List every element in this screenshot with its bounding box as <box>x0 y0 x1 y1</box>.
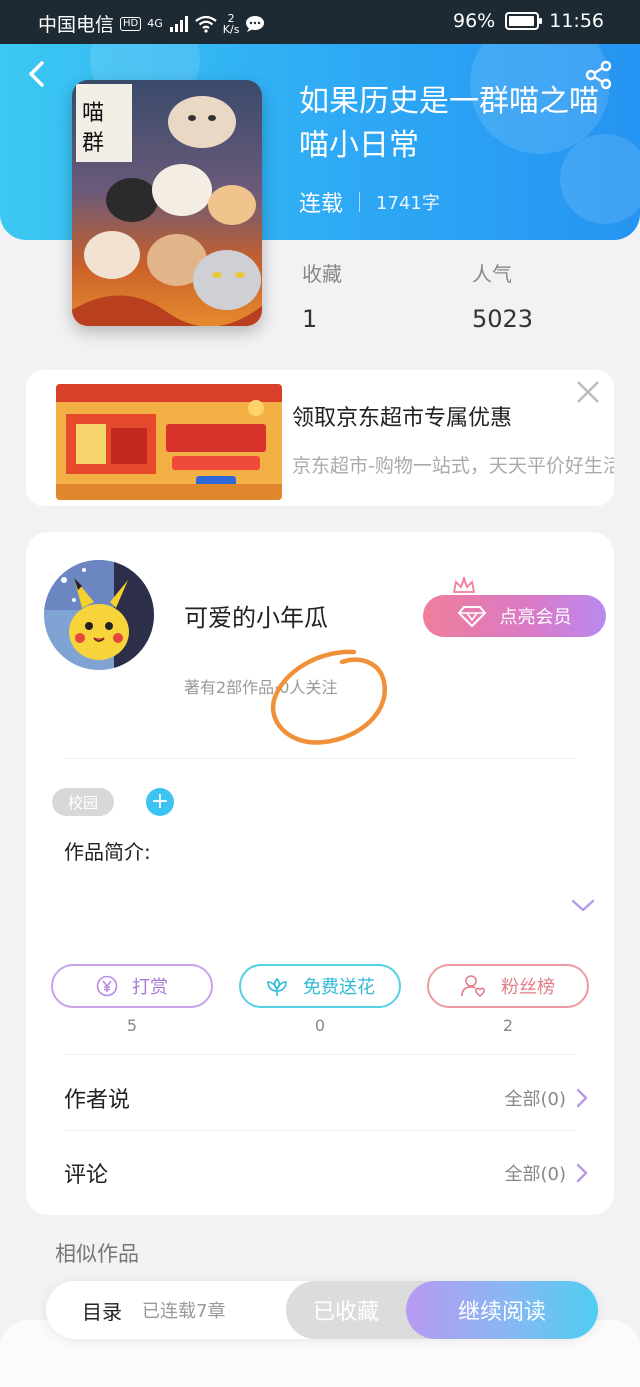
hand-drawn-circle-annotation <box>270 649 388 745</box>
close-icon[interactable] <box>574 378 602 406</box>
book-title: 如果历史是一群喵之喵喵小日常 <box>299 84 599 163</box>
hd-badge: HD <box>120 16 142 31</box>
bottom-action-bar: 目录 已连载7章 已收藏 继续阅读 <box>46 1281 598 1339</box>
vip-button[interactable]: 点亮会员 <box>423 595 606 637</box>
carrier-label: 中国电信 <box>38 14 115 36</box>
crown-icon <box>452 576 476 593</box>
stat-value: 1 <box>302 305 318 333</box>
stat-label: 人气 <box>472 262 512 286</box>
add-tag-button[interactable]: + <box>146 788 174 816</box>
fans-ranking-label: 粉丝榜 <box>501 977 555 998</box>
battery-percent: 96% <box>453 10 496 32</box>
flower-count: 0 <box>314 1016 326 1035</box>
stat-value: 5023 <box>472 305 534 333</box>
signal-icon <box>169 15 188 32</box>
ad-title: 领取京东超市专属优惠 <box>292 406 513 431</box>
comments-row[interactable]: 评论 全部(0) <box>64 1143 588 1203</box>
chevron-down-icon[interactable] <box>570 896 596 914</box>
wifi-icon <box>195 15 217 33</box>
divider <box>64 1054 576 1055</box>
send-flower-button[interactable]: 免费送花 <box>239 964 401 1008</box>
meta-divider <box>359 192 361 212</box>
tip-count: 5 <box>126 1016 138 1035</box>
continue-reading-button[interactable]: 继续阅读 <box>406 1281 598 1339</box>
chevron-right-icon <box>576 1088 588 1108</box>
similar-works-heading: 相似作品 <box>55 1242 139 1266</box>
author-name[interactable]: 可爱的小年瓜 <box>184 598 328 633</box>
fans-icon <box>461 975 485 998</box>
toc-label: 目录 <box>82 1299 122 1324</box>
battery-icon <box>505 12 543 30</box>
clock: 11:56 <box>549 10 604 32</box>
chevron-right-icon <box>576 1163 588 1183</box>
diamond-icon <box>457 606 486 627</box>
divider <box>64 1130 576 1131</box>
avatar[interactable] <box>44 560 154 670</box>
row-value: 全部(0) <box>504 1089 567 1110</box>
row-title: 作者说 <box>64 1088 131 1113</box>
status-bar: 中国电信 HD 4G 2 K/s 96% 11:56 <box>0 0 640 44</box>
book-meta: 连载 1741字 <box>299 186 440 218</box>
send-flower-label: 免费送花 <box>303 977 375 998</box>
row-title: 评论 <box>64 1163 109 1188</box>
stat-popularity: 人气 5023 <box>472 258 533 333</box>
flower-icon <box>267 977 287 996</box>
svg-text:喵: 喵 <box>82 101 104 126</box>
intro-label: 作品简介: <box>64 840 151 864</box>
network-label: 4G <box>147 17 163 30</box>
table-of-contents-button[interactable]: 目录 已连载7章 <box>82 1281 225 1339</box>
back-icon[interactable] <box>24 60 52 88</box>
fans-ranking-button[interactable]: 粉丝榜 <box>427 964 589 1008</box>
ad-banner[interactable]: 领取京东超市专属优惠 京东超市-购物一站式，天天平价好生活 <box>26 370 614 506</box>
tip-label: 打赏 <box>132 977 168 998</box>
stat-label: 收藏 <box>302 262 342 286</box>
serial-status: 连载 <box>299 192 344 217</box>
chat-icon <box>246 15 265 32</box>
word-count: 1741字 <box>376 193 440 214</box>
author-card: 可爱的小年瓜 著有2部作品·0人关注 点亮会员 校园 + 作品简介: 打赏 5 … <box>26 532 614 1215</box>
chapter-count: 已连载7章 <box>142 1301 226 1322</box>
genre-tag[interactable]: 校园 <box>52 788 114 816</box>
tip-button[interactable]: 打赏 <box>51 964 213 1008</box>
speed-value: 2 <box>227 11 235 25</box>
vip-button-label: 点亮会员 <box>499 607 572 628</box>
svg-text:群: 群 <box>82 131 104 156</box>
author-says-row[interactable]: 作者说 全部(0) <box>64 1068 588 1128</box>
book-cover-image[interactable]: 喵 群 <box>72 80 262 326</box>
collected-label: 已收藏 <box>312 1300 379 1325</box>
speed-unit: K/s <box>222 22 240 36</box>
fans-count: 2 <box>502 1016 514 1035</box>
stat-favorites: 收藏 1 <box>302 258 342 333</box>
yen-icon <box>96 975 118 997</box>
continue-reading-label: 继续阅读 <box>457 1300 546 1325</box>
author-summary: 著有2部作品·0人关注 <box>184 678 338 697</box>
row-value: 全部(0) <box>504 1164 567 1185</box>
divider <box>64 758 576 759</box>
ad-description: 京东超市-购物一站式，天天平价好生活 <box>292 455 614 477</box>
ad-image[interactable] <box>56 384 282 500</box>
